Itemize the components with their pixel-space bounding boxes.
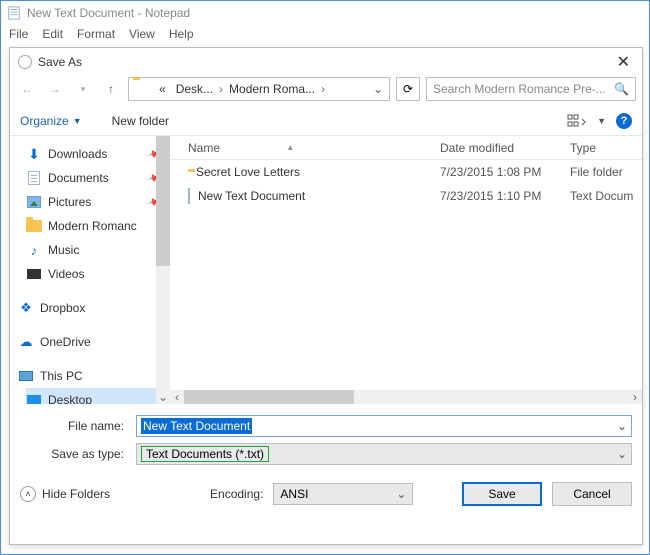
save-type-value: Text Documents (*.txt) (141, 446, 269, 462)
notepad-menu-bar: File Edit Format View Help (1, 25, 649, 45)
breadcrumb-seg2[interactable]: Modern Roma... (225, 80, 319, 98)
chevron-up-icon: ˄ (20, 486, 36, 502)
tree-scrollbar[interactable] (156, 136, 170, 404)
folder-icon (26, 218, 42, 234)
back-button[interactable]: ← (16, 78, 38, 100)
save-type-label: Save as type: (20, 447, 130, 461)
up-button[interactable]: ↑ (100, 78, 122, 100)
file-row[interactable]: Secret Love Letters 7/23/2015 1:08 PM Fi… (170, 160, 642, 184)
tree-item-onedrive[interactable]: ☁OneDrive (18, 330, 170, 354)
dialog-body: ⬇Downloads📌 Documents📌 Pictures📌 Modern … (10, 136, 642, 404)
refresh-button[interactable]: ⟳ (396, 77, 420, 101)
scrollbar-thumb[interactable] (156, 136, 170, 266)
onedrive-icon: ☁ (18, 334, 34, 350)
notepad-title-bar: New Text Document - Notepad (1, 1, 649, 25)
menu-view[interactable]: View (129, 27, 155, 41)
encoding-select[interactable]: ANSI ⌄ (273, 483, 413, 505)
save-type-select[interactable]: Text Documents (*.txt) ⌄ (136, 443, 632, 465)
thispc-icon (18, 368, 34, 384)
save-button[interactable]: Save (462, 482, 542, 506)
scrollbar-thumb[interactable] (184, 390, 354, 404)
hide-folders-button[interactable]: ˄ Hide Folders (20, 486, 110, 502)
menu-edit[interactable]: Edit (42, 27, 63, 41)
col-header-name[interactable]: Name▴ (170, 141, 440, 155)
save-as-dialog: Save As ✕ ← → ▾ ↑ « Desk... › Modern Rom… (9, 47, 643, 545)
scroll-down-button[interactable]: ⌄ (156, 390, 170, 404)
recent-dropdown[interactable]: ▾ (72, 78, 94, 100)
search-input[interactable]: Search Modern Romance Pre-... 🔍 (426, 77, 636, 101)
address-dropdown[interactable]: ⌄ (369, 82, 387, 96)
chevron-down-icon[interactable]: ⌄ (617, 419, 627, 433)
videos-icon (26, 266, 42, 282)
file-name-label: File name: (20, 419, 130, 433)
toolbar: Organize ▼ New folder ▼ ? (10, 106, 642, 136)
horizontal-scrollbar[interactable]: ‹ › (170, 390, 642, 404)
forward-button[interactable]: → (44, 78, 66, 100)
chevron-down-icon: ▼ (73, 116, 82, 126)
download-icon: ⬇ (26, 146, 42, 162)
dialog-footer: ˄ Hide Folders Encoding: ANSI ⌄ Save Can… (10, 468, 642, 516)
menu-help[interactable]: Help (169, 27, 194, 41)
dialog-title-text: Save As (38, 55, 82, 69)
menu-file[interactable]: File (9, 27, 28, 41)
tree-item-videos[interactable]: Videos (26, 262, 170, 286)
chevron-down-icon[interactable]: ⌄ (396, 487, 406, 501)
tree-item-this-pc[interactable]: This PC (18, 364, 170, 388)
tree-item-pictures[interactable]: Pictures📌 (26, 190, 170, 214)
chevron-right-icon: › (321, 82, 325, 96)
tree-item-documents[interactable]: Documents📌 (26, 166, 170, 190)
pictures-icon (26, 194, 42, 210)
close-button[interactable]: ✕ (613, 52, 634, 72)
dropbox-icon: ❖ (18, 300, 34, 316)
help-button[interactable]: ? (616, 113, 632, 129)
tree-item-desktop[interactable]: Desktop (26, 388, 170, 404)
cancel-button[interactable]: Cancel (552, 482, 632, 506)
folder-tree: ⬇Downloads📌 Documents📌 Pictures📌 Modern … (10, 136, 170, 404)
scroll-left-button[interactable]: ‹ (170, 390, 184, 404)
menu-format[interactable]: Format (77, 27, 115, 41)
music-icon: ♪ (26, 242, 42, 258)
tree-item-modern-romance[interactable]: Modern Romanc (26, 214, 170, 238)
tree-item-downloads[interactable]: ⬇Downloads📌 (26, 142, 170, 166)
col-header-type[interactable]: Type (570, 141, 642, 155)
breadcrumb-root[interactable]: « (155, 80, 170, 98)
file-row[interactable]: New Text Document 7/23/2015 1:10 PM Text… (170, 184, 642, 208)
sort-indicator-icon: ▴ (288, 142, 293, 153)
chevron-down-icon[interactable]: ▼ (597, 116, 606, 126)
encoding-label: Encoding: (210, 487, 263, 501)
navigation-bar: ← → ▾ ↑ « Desk... › Modern Roma... › ⌄ ⟳… (10, 76, 642, 106)
tree-item-music[interactable]: ♪Music (26, 238, 170, 262)
column-headers: Name▴ Date modified Type (170, 136, 642, 160)
view-options-button[interactable] (567, 113, 587, 129)
desktop-icon (26, 392, 42, 404)
document-icon (26, 170, 42, 186)
file-name-value: New Text Document (141, 418, 252, 434)
address-bar[interactable]: « Desk... › Modern Roma... › ⌄ (128, 77, 390, 101)
search-icon: 🔍 (614, 82, 629, 96)
notepad-title-text: New Text Document - Notepad (27, 6, 190, 20)
file-name-input[interactable]: New Text Document ⌄ (136, 415, 632, 437)
chevron-down-icon[interactable]: ⌄ (617, 447, 627, 461)
folder-icon (133, 80, 151, 98)
notepad-window: New Text Document - Notepad File Edit Fo… (0, 0, 650, 555)
col-header-date[interactable]: Date modified (440, 141, 570, 155)
notepad-icon (7, 6, 21, 20)
breadcrumb-seg1[interactable]: Desk... (172, 80, 217, 98)
organize-button[interactable]: Organize ▼ (20, 114, 82, 128)
save-icon (18, 55, 32, 69)
dialog-title-bar: Save As ✕ (10, 48, 642, 76)
search-placeholder: Search Modern Romance Pre-... (433, 82, 606, 96)
file-list-pane: Name▴ Date modified Type Secret Love Let… (170, 136, 642, 404)
document-icon (188, 189, 190, 203)
new-folder-button[interactable]: New folder (112, 114, 169, 128)
form-area: File name: New Text Document ⌄ Save as t… (10, 404, 642, 468)
tree-item-dropbox[interactable]: ❖Dropbox (18, 296, 170, 320)
scroll-right-button[interactable]: › (628, 390, 642, 404)
chevron-right-icon: › (219, 82, 223, 96)
